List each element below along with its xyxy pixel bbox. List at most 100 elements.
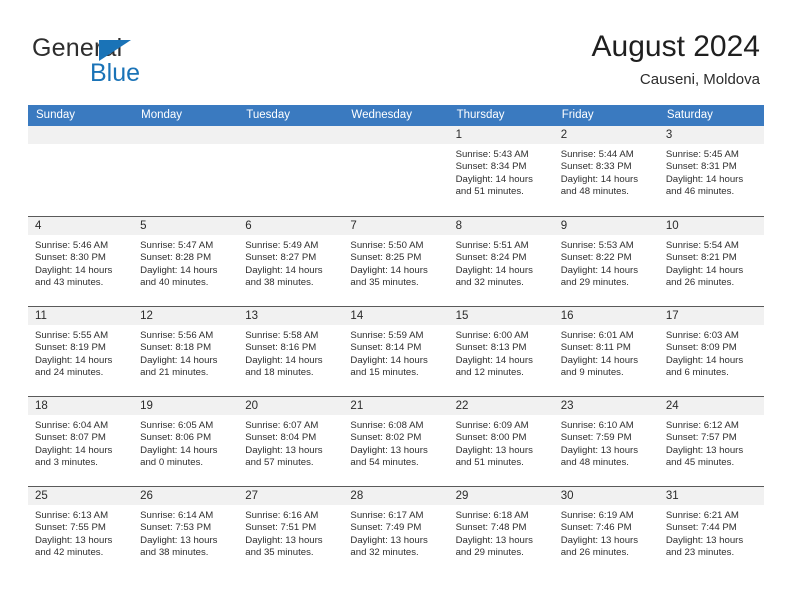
day-number: 5: [140, 220, 147, 232]
day-cell[interactable]: 13 Sunrise: 5:58 AM Sunset: 8:16 PM Dayligh…: [238, 307, 344, 396]
day-sunset-text: Sunset: 8:30 PM: [35, 252, 106, 264]
day-sunset-text: Sunset: 8:04 PM: [245, 432, 317, 444]
day-daylight2-text: and 24 minutes.: [35, 367, 104, 379]
day-sunrise-text: Sunrise: 6:08 AM: [350, 420, 424, 431]
day-sun-info: Sunrise: 5:59 AM Sunset: 8:14 PM Daylight:…: [343, 325, 448, 380]
day-sunset-text: Sunset: 8:16 PM: [245, 342, 317, 354]
day-cell[interactable]: 17 Sunrise: 6:03 AM Sunset: 8:09 PM Dayligh…: [658, 307, 764, 396]
day-sunset-text: Sunset: 8:31 PM: [665, 161, 737, 173]
day-cell[interactable]: 21 Sunrise: 6:08 AM Sunset: 8:02 PM Dayligh…: [343, 397, 449, 486]
day-cell[interactable]: 6 Sunrise: 5:49 AM Sunset: 8:27 PM Daylight…: [238, 217, 344, 306]
day-number-bar: [343, 126, 449, 144]
day-sun-info: Sunrise: 6:03 AM Sunset: 8:09 PM Daylight:…: [659, 325, 764, 380]
day-number-bar: 5: [133, 217, 239, 235]
day-cell[interactable]: 20 Sunrise: 6:07 AM Sunset: 8:04 PM Dayligh…: [238, 397, 344, 486]
day-cell[interactable]: 31 Sunrise: 6:21 AM Sunset: 7:44 PM Dayligh…: [658, 487, 764, 576]
day-sun-info: Sunrise: 6:08 AM Sunset: 8:02 PM Daylight:…: [343, 415, 448, 470]
weekday-header-sunday: Sunday: [36, 109, 76, 121]
brand-logo[interactable]: General Blue: [32, 34, 222, 90]
day-sunset-text: Sunset: 8:02 PM: [350, 432, 422, 444]
day-cell[interactable]: 26 Sunrise: 6:14 AM Sunset: 7:53 PM Dayligh…: [133, 487, 239, 576]
day-daylight1-text: Daylight: 14 hours: [245, 354, 323, 366]
day-cell[interactable]: 29 Sunrise: 6:18 AM Sunset: 7:48 PM Dayligh…: [448, 487, 554, 576]
day-sunrise-text: Sunrise: 5:45 AM: [665, 149, 739, 160]
day-daylight1-text: Daylight: 14 hours: [455, 264, 533, 276]
day-daylight2-text: and 18 minutes.: [245, 367, 314, 379]
day-sun-info: Sunrise: 6:17 AM Sunset: 7:49 PM Daylight:…: [343, 505, 448, 560]
day-number: 25: [35, 490, 48, 502]
day-cell[interactable]: 11 Sunrise: 5:55 AM Sunset: 8:19 PM Dayligh…: [28, 307, 134, 396]
day-cell-empty: [133, 126, 239, 216]
day-number-bar: 7: [343, 217, 449, 235]
day-cell[interactable]: 28 Sunrise: 6:17 AM Sunset: 7:49 PM Dayligh…: [343, 487, 449, 576]
day-cell[interactable]: 24 Sunrise: 6:12 AM Sunset: 7:57 PM Dayligh…: [658, 397, 764, 486]
day-sunset-text: Sunset: 8:22 PM: [560, 252, 632, 264]
day-cell[interactable]: 5 Sunrise: 5:47 AM Sunset: 8:28 PM Daylight…: [133, 217, 239, 306]
day-sunset-text: Sunset: 8:21 PM: [665, 252, 737, 264]
day-daylight2-text: and 54 minutes.: [350, 457, 419, 469]
day-cell[interactable]: 8 Sunrise: 5:51 AM Sunset: 8:24 PM Daylight…: [448, 217, 554, 306]
day-daylight1-text: Daylight: 14 hours: [665, 173, 744, 185]
day-number-bar: 27: [238, 487, 344, 505]
day-sun-info: Sunrise: 5:54 AM Sunset: 8:21 PM Daylight:…: [659, 235, 764, 290]
day-cell[interactable]: 19 Sunrise: 6:05 AM Sunset: 8:06 PM Dayligh…: [133, 397, 239, 486]
day-cell[interactable]: 23 Sunrise: 6:10 AM Sunset: 7:59 PM Dayligh…: [553, 397, 659, 486]
day-cell[interactable]: 10 Sunrise: 5:54 AM Sunset: 8:21 PM Dayligh…: [658, 217, 764, 306]
day-cell[interactable]: 16 Sunrise: 6:01 AM Sunset: 8:11 PM Dayligh…: [553, 307, 659, 396]
day-sun-info: Sunrise: 6:07 AM Sunset: 8:04 PM Daylight:…: [238, 415, 343, 470]
day-number: 29: [455, 490, 469, 502]
day-daylight2-text: and 12 minutes.: [455, 367, 524, 379]
day-number-bar: 11: [28, 307, 134, 325]
day-cell[interactable]: 12 Sunrise: 5:56 AM Sunset: 8:18 PM Dayligh…: [133, 307, 239, 396]
day-number: 8: [455, 220, 462, 232]
day-sunset-text: Sunset: 8:28 PM: [140, 252, 212, 264]
day-daylight2-text: and 48 minutes.: [560, 457, 629, 469]
day-daylight2-text: and 40 minutes.: [140, 277, 209, 289]
day-sunrise-text: Sunrise: 6:01 AM: [560, 330, 634, 341]
day-daylight2-text: and 45 minutes.: [665, 457, 735, 469]
day-cell[interactable]: 27 Sunrise: 6:16 AM Sunset: 7:51 PM Dayligh…: [238, 487, 344, 576]
day-sun-info: Sunrise: 5:53 AM Sunset: 8:22 PM Daylight:…: [554, 235, 659, 290]
day-number-bar: 4: [28, 217, 134, 235]
day-daylight2-text: and 38 minutes.: [245, 277, 314, 289]
day-cell[interactable]: 7 Sunrise: 5:50 AM Sunset: 8:25 PM Daylight…: [343, 217, 449, 306]
day-sunset-text: Sunset: 8:00 PM: [455, 432, 527, 444]
day-daylight1-text: Daylight: 13 hours: [455, 444, 533, 456]
day-cell[interactable]: 15 Sunrise: 6:00 AM Sunset: 8:13 PM Dayligh…: [448, 307, 554, 396]
day-cell[interactable]: 30 Sunrise: 6:19 AM Sunset: 7:46 PM Dayligh…: [553, 487, 659, 576]
day-cell[interactable]: 4 Sunrise: 5:46 AM Sunset: 8:30 PM Daylight…: [28, 217, 134, 306]
day-cell[interactable]: 18 Sunrise: 6:04 AM Sunset: 8:07 PM Dayligh…: [28, 397, 134, 486]
day-sun-info: Sunrise: 6:10 AM Sunset: 7:59 PM Daylight:…: [554, 415, 659, 470]
day-sunset-text: Sunset: 7:59 PM: [560, 432, 632, 444]
day-cell-empty: [28, 126, 134, 216]
day-cell[interactable]: 25 Sunrise: 6:13 AM Sunset: 7:55 PM Dayligh…: [28, 487, 134, 576]
day-sunrise-text: Sunrise: 6:19 AM: [560, 510, 634, 521]
day-sun-info: Sunrise: 6:01 AM Sunset: 8:11 PM Daylight:…: [554, 325, 659, 380]
day-number: 28: [350, 490, 364, 502]
day-number: 4: [35, 220, 42, 232]
day-cell[interactable]: 14 Sunrise: 5:59 AM Sunset: 8:14 PM Dayligh…: [343, 307, 449, 396]
day-cell[interactable]: 2 Sunrise: 5:44 AM Sunset: 8:33 PM Daylight…: [553, 126, 659, 216]
day-sun-info: Sunrise: 6:21 AM Sunset: 7:44 PM Daylight:…: [659, 505, 764, 560]
day-daylight1-text: Daylight: 14 hours: [560, 173, 639, 185]
day-cell[interactable]: 1 Sunrise: 5:43 AM Sunset: 8:34 PM Daylight…: [448, 126, 554, 216]
day-sunrise-text: Sunrise: 6:07 AM: [245, 420, 319, 431]
day-daylight2-text: and 46 minutes.: [665, 186, 735, 198]
day-daylight2-text: and 26 minutes.: [560, 547, 629, 559]
day-sun-info: Sunrise: 6:13 AM Sunset: 7:55 PM Daylight:…: [28, 505, 133, 560]
day-number-bar: 19: [133, 397, 239, 415]
day-daylight2-text: and 42 minutes.: [35, 547, 104, 559]
day-number: 27: [245, 490, 259, 502]
day-sunrise-text: Sunrise: 5:49 AM: [245, 240, 319, 251]
day-cell[interactable]: 3 Sunrise: 5:45 AM Sunset: 8:31 PM Daylight…: [658, 126, 764, 216]
day-daylight2-text: and 29 minutes.: [560, 277, 629, 289]
day-sunrise-text: Sunrise: 6:17 AM: [350, 510, 424, 521]
day-number: 13: [245, 310, 259, 322]
day-cell[interactable]: 22 Sunrise: 6:09 AM Sunset: 8:00 PM Dayligh…: [448, 397, 554, 486]
day-number-bar: 30: [553, 487, 659, 505]
day-sunrise-text: Sunrise: 6:10 AM: [560, 420, 634, 431]
day-cell[interactable]: 9 Sunrise: 5:53 AM Sunset: 8:22 PM Daylight…: [553, 217, 659, 306]
day-number: 20: [245, 400, 259, 412]
day-sun-info: Sunrise: 5:50 AM Sunset: 8:25 PM Daylight:…: [343, 235, 448, 290]
day-sunrise-text: Sunrise: 6:00 AM: [455, 330, 529, 341]
